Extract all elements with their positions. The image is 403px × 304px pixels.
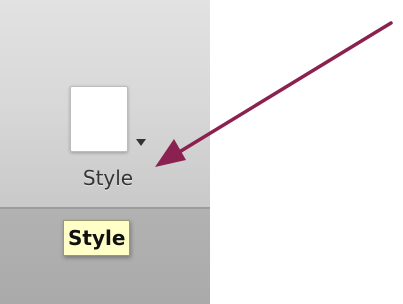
annotation-arrow-shaft xyxy=(174,21,393,156)
annotation-arrow-head xyxy=(155,139,186,167)
annotation-arrow xyxy=(155,21,393,167)
